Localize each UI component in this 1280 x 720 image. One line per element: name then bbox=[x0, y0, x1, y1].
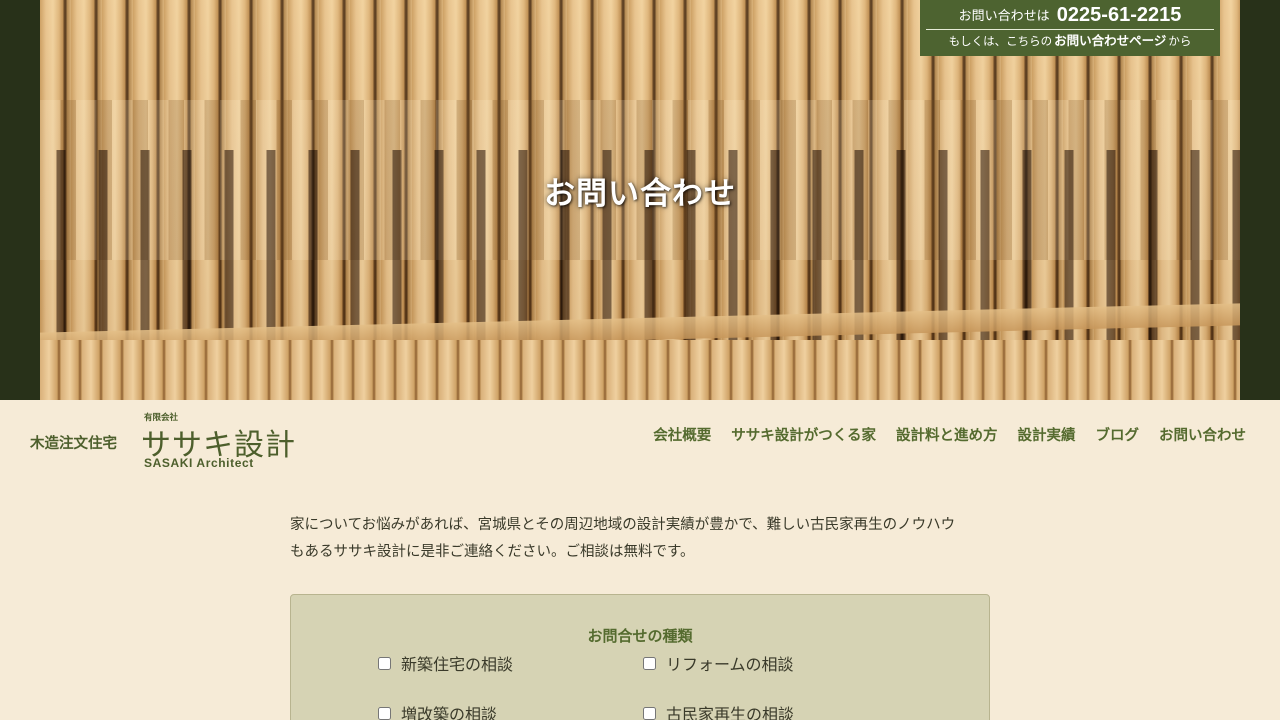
inquiry-type-fieldset: お問合せの種類 新築住宅の相談 リフォームの相談 増改築の相談 古民家再生の相談 bbox=[290, 594, 990, 720]
contact-page-link[interactable]: お問い合わせページ bbox=[1054, 33, 1166, 48]
contact-line2-before: もしくは、こちらの bbox=[948, 34, 1053, 48]
checkbox-reform[interactable] bbox=[643, 656, 656, 670]
option-reform[interactable]: リフォームの相談 bbox=[643, 651, 794, 675]
site-logo[interactable]: 木造注文住宅 有限会社 ササキ設計 SASAKI Architect bbox=[30, 410, 320, 472]
contact-line2-after: から bbox=[1168, 34, 1192, 48]
option-kominka[interactable]: 古民家再生の相談 bbox=[643, 701, 794, 720]
checkbox-kominka[interactable] bbox=[643, 706, 656, 720]
main-navigation: 会社概要 ササキ設計がつくる家 設計料と進め方 設計実績 ブログ お問い合わせ bbox=[653, 424, 1246, 445]
option-label: 新築住宅の相談 bbox=[401, 655, 514, 674]
intro-line-2: もあるササキ設計に是非ご連絡ください。ご相談は無料です。 bbox=[290, 544, 695, 560]
intro-text: 家についてお悩みがあれば、宮城県とその周辺地域の設計実績が豊かで、難しい古民家再… bbox=[290, 512, 990, 566]
inquiry-type-legend: お問合せの種類 bbox=[587, 627, 693, 645]
logo-tagline: 木造注文住宅 bbox=[30, 436, 117, 452]
hero-banner: お問い合わせ bbox=[0, 0, 1280, 400]
option-label: 増改築の相談 bbox=[401, 705, 498, 720]
checkbox-new-house[interactable] bbox=[378, 656, 391, 670]
contact-badge: お問い合わせは 0225-61-2215 もしくは、こちらの お問い合わせページか… bbox=[920, 0, 1220, 56]
option-new-house[interactable]: 新築住宅の相談 bbox=[378, 651, 513, 675]
contact-link-line: もしくは、こちらの お問い合わせページ から bbox=[926, 30, 1214, 52]
contact-prefix: お問い合わせは bbox=[958, 9, 1050, 24]
option-label: 古民家再生の相談 bbox=[666, 705, 795, 720]
nav-item-contact[interactable]: お問い合わせ bbox=[1159, 424, 1246, 445]
option-label: リフォームの相談 bbox=[666, 655, 794, 674]
nav-item-company[interactable]: 会社概要 bbox=[653, 424, 711, 445]
nav-item-works[interactable]: 設計実績 bbox=[1018, 424, 1076, 445]
nav-item-fees[interactable]: 設計料と進め方 bbox=[896, 424, 998, 445]
contact-phone-line: お問い合わせは 0225-61-2215 bbox=[926, 4, 1214, 30]
nav-item-blog[interactable]: ブログ bbox=[1096, 424, 1140, 445]
intro-line-1: 家についてお悩みがあれば、宮城県とその周辺地域の設計実績が豊かで、難しい古民家再… bbox=[290, 517, 956, 533]
logo-english-name: SASAKI Architect bbox=[144, 456, 254, 470]
phone-number-link[interactable]: 0225-61-2215 bbox=[1057, 4, 1182, 26]
lattice-floor bbox=[40, 340, 1240, 400]
option-extension[interactable]: 増改築の相談 bbox=[378, 701, 497, 720]
nav-item-houses[interactable]: ササキ設計がつくる家 bbox=[731, 424, 876, 445]
page-title: お問い合わせ bbox=[544, 176, 736, 212]
checkbox-extension[interactable] bbox=[378, 706, 391, 720]
